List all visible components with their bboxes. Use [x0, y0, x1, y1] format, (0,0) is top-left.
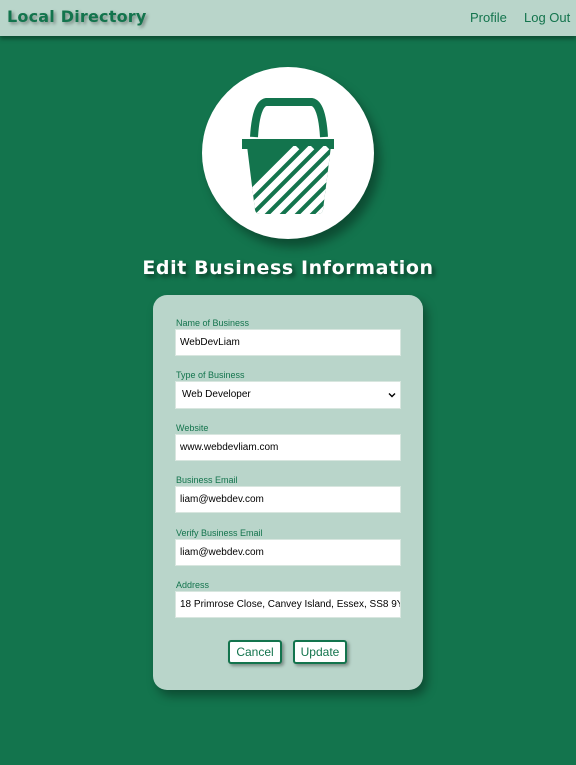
- update-button[interactable]: Update: [293, 640, 347, 664]
- nav-link-log-out[interactable]: Log Out: [524, 10, 570, 25]
- business-type-label: Type of Business: [176, 370, 245, 380]
- nav-link-profile[interactable]: Profile: [470, 10, 507, 25]
- brand-logo-text[interactable]: Local Directory: [7, 7, 146, 26]
- website-input[interactable]: www.webdevliam.com: [175, 434, 401, 461]
- business-logo: [202, 67, 374, 239]
- verify-email-label: Verify Business Email: [176, 528, 263, 538]
- business-email-input[interactable]: liam@webdev.com: [175, 486, 401, 513]
- edit-business-form: Name of Business WebDevLiam Type of Busi…: [153, 295, 423, 690]
- business-type-value: Web Developer: [182, 389, 251, 400]
- page-title: Edit Business Information: [142, 257, 434, 279]
- business-email-label: Business Email: [176, 475, 238, 485]
- address-label: Address: [176, 580, 210, 590]
- shopping-basket-icon: [242, 98, 334, 214]
- business-name-label: Name of Business: [176, 318, 250, 328]
- navbar: Local Directory Profile Log Out: [0, 0, 576, 36]
- verify-email-input[interactable]: liam@webdev.com: [175, 539, 401, 566]
- website-label: Website: [176, 423, 209, 433]
- chevron-down-icon: [388, 393, 396, 398]
- business-type-select[interactable]: Web Developer: [175, 381, 401, 409]
- address-input[interactable]: 18 Primrose Close, Canvey Island, Essex,…: [175, 591, 401, 618]
- cancel-button[interactable]: Cancel: [228, 640, 282, 664]
- business-name-input[interactable]: WebDevLiam: [175, 329, 401, 356]
